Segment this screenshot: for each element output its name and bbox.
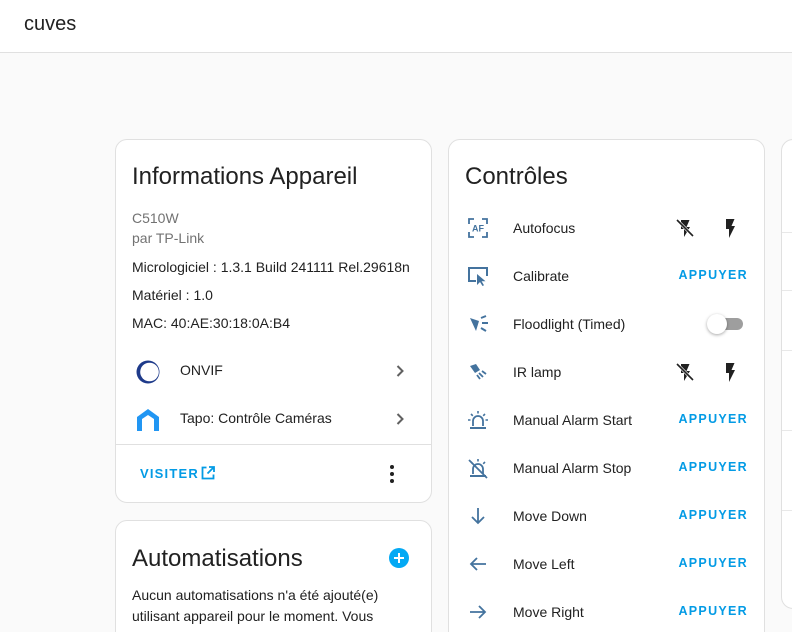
press-button[interactable]: APPUYER xyxy=(678,460,748,474)
integration-row-tapo[interactable]: Tapo: Contrôle Caméras xyxy=(116,397,431,441)
row-divider xyxy=(782,350,792,351)
visit-link[interactable]: VISITER xyxy=(140,466,199,481)
device-firmware: Micrologiciel : 1.3.1 Build 241111 Rel.2… xyxy=(132,259,410,275)
device-info-title: Informations Appareil xyxy=(132,163,358,190)
automations-card: Automatisations Aucun automatisations n'… xyxy=(115,520,432,632)
control-name: Move Down xyxy=(513,508,587,524)
press-button[interactable]: APPUYER xyxy=(678,412,748,426)
card-divider xyxy=(116,444,431,445)
floodlight-icon xyxy=(470,315,488,332)
automations-title: Automatisations xyxy=(132,545,303,572)
calibrate-icon xyxy=(468,267,488,286)
automations-empty-text: Aucun automatisations n'a été ajouté(e) … xyxy=(132,587,400,632)
control-row-alarm-stop: Manual Alarm Stop APPUYER xyxy=(449,445,764,493)
press-button[interactable]: APPUYER xyxy=(678,604,748,618)
control-name: Calibrate xyxy=(513,268,570,284)
integration-label: ONVIF xyxy=(180,362,223,378)
alarm-light-icon xyxy=(468,411,488,429)
row-divider xyxy=(782,290,792,291)
press-button[interactable]: APPUYER xyxy=(678,508,748,522)
more-vert-icon[interactable] xyxy=(382,463,402,485)
control-row-alarm-start: Manual Alarm Start APPUYER xyxy=(449,397,764,445)
row-divider xyxy=(782,430,792,431)
flash-off-icon[interactable] xyxy=(674,217,696,239)
page-title: cuves xyxy=(24,13,77,35)
control-name: Floodlight (Timed) xyxy=(513,316,626,332)
chevron-right-icon xyxy=(396,413,404,425)
device-mac: MAC: 40:AE:30:18:0A:B4 xyxy=(132,315,290,331)
control-name: Manual Alarm Stop xyxy=(513,460,632,476)
add-automation-button[interactable] xyxy=(389,548,409,568)
row-divider xyxy=(782,232,792,233)
autofocus-icon: AF xyxy=(468,218,488,238)
integration-label: Tapo: Contrôle Caméras xyxy=(180,410,332,426)
open-in-new-icon[interactable] xyxy=(200,465,216,481)
integration-row-onvif[interactable]: ONVIF xyxy=(116,349,431,393)
control-row-move-left: Move Left APPUYER xyxy=(449,541,764,589)
chevron-right-icon xyxy=(396,365,404,377)
device-hardware: Matériel : 1.0 xyxy=(132,287,213,303)
arrow-down-icon xyxy=(471,508,485,525)
flash-icon[interactable] xyxy=(719,361,741,383)
toggle-knob xyxy=(707,314,727,334)
flash-icon[interactable] xyxy=(719,217,741,239)
arrow-left-icon xyxy=(469,557,486,571)
control-name: Autofocus xyxy=(513,220,576,236)
control-row-move-right: Move Right APPUYER xyxy=(449,589,764,632)
control-name: Manual Alarm Start xyxy=(513,412,633,428)
alarm-light-off-icon xyxy=(468,459,488,479)
flash-off-icon[interactable] xyxy=(674,361,696,383)
arrow-right-icon xyxy=(470,605,487,619)
svg-text:AF: AF xyxy=(472,224,484,234)
control-row-calibrate: Calibrate APPUYER xyxy=(449,253,764,301)
tapo-logo-icon xyxy=(137,409,159,431)
onvif-logo-icon xyxy=(136,360,160,384)
control-row-autofocus: AF Autofocus xyxy=(449,205,764,253)
top-app-bar: cuves xyxy=(0,0,792,53)
device-manufacturer: par TP-Link xyxy=(132,230,205,246)
device-info-card: Informations Appareil C510W par TP-Link … xyxy=(115,139,432,503)
device-model: C510W xyxy=(132,210,179,226)
control-name: IR lamp xyxy=(513,364,562,380)
control-name: Move Right xyxy=(513,604,584,620)
press-button[interactable]: APPUYER xyxy=(678,268,748,282)
ir-lamp-icon xyxy=(470,364,487,380)
floodlight-toggle[interactable] xyxy=(707,314,745,334)
control-row-ir-lamp: IR lamp xyxy=(449,349,764,397)
row-divider xyxy=(782,510,792,511)
right-card-partial xyxy=(781,139,792,609)
controls-title: Contrôles xyxy=(465,163,568,190)
control-row-move-down: Move Down APPUYER xyxy=(449,493,764,541)
control-row-floodlight: Floodlight (Timed) xyxy=(449,301,764,349)
press-button[interactable]: APPUYER xyxy=(678,556,748,570)
controls-card: Contrôles AF Autofocus Calibrate APPUYER xyxy=(448,139,765,632)
control-name: Move Left xyxy=(513,556,575,572)
